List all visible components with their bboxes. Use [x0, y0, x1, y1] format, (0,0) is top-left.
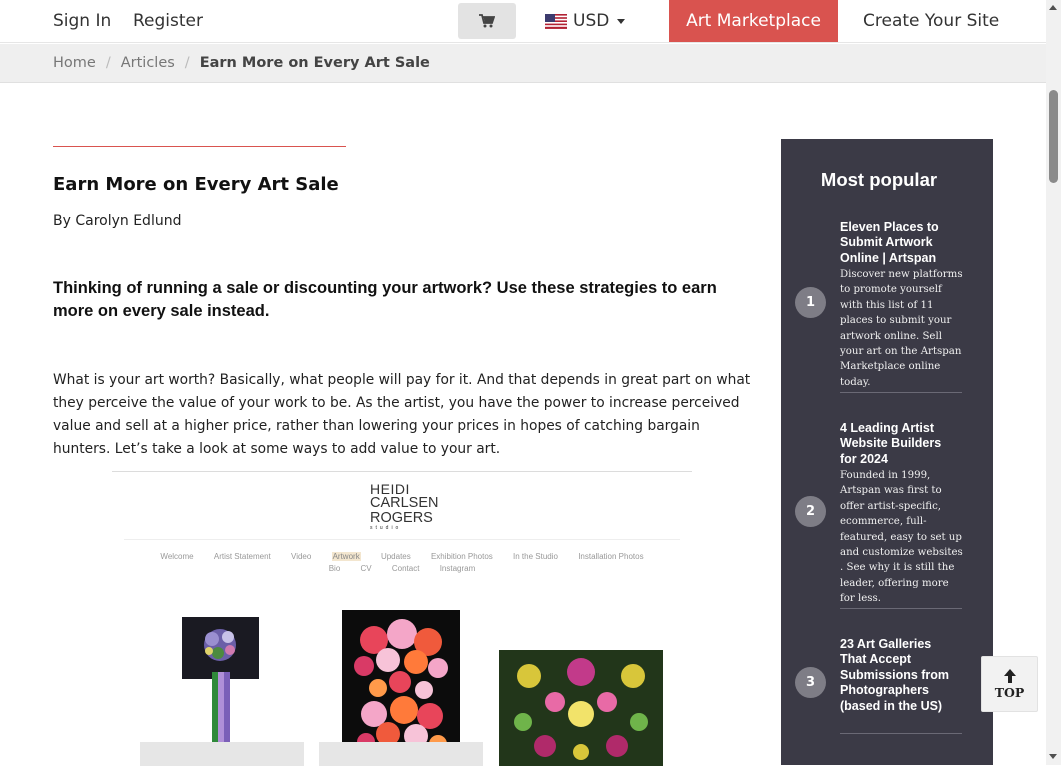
- back-to-top-button[interactable]: TOP: [981, 656, 1038, 712]
- item-divider: [840, 608, 962, 609]
- figure-nav-item: Updates: [380, 552, 411, 561]
- chevron-down-icon: [617, 18, 626, 24]
- figure-nav-item: Video: [291, 552, 312, 561]
- us-flag-icon: [545, 13, 567, 29]
- popular-item-desc: Founded in 1999, Artspan was first to of…: [840, 470, 963, 605]
- art-marketplace-button[interactable]: Art Marketplace: [669, 0, 838, 42]
- figure-nav-item: Welcome: [160, 552, 194, 561]
- figure-nav-item: Bio: [328, 564, 341, 573]
- studio-logo: HEIDI CARLSEN ROGERS studio: [370, 481, 439, 531]
- sidebar-heading: Most popular: [820, 169, 938, 190]
- sign-in-link[interactable]: Sign In: [53, 0, 111, 42]
- figure-nav-item: CV: [360, 564, 372, 573]
- logo-line: CARLSEN: [370, 495, 439, 511]
- article-title: Earn More on Every Art Sale: [53, 174, 339, 195]
- popular-item-title[interactable]: 23 Art Galleries That Accept Submissions…: [840, 637, 958, 714]
- figure-nav-item: Contact: [391, 564, 420, 573]
- article-author: By Carolyn Edlund: [53, 213, 182, 229]
- article-lede: Thinking of running a sale or discountin…: [53, 279, 717, 320]
- popular-item-desc: Discover new platforms to promote yourse…: [840, 269, 963, 388]
- top-label: TOP: [994, 684, 1025, 700]
- figure-nav-item: Artist Statement: [213, 552, 271, 561]
- article-paragraph: What is your art worth? Basically, what …: [53, 372, 751, 457]
- top-navbar: Sign In Register USD Art Marketplace Cre…: [0, 0, 1046, 43]
- register-link[interactable]: Register: [133, 0, 203, 42]
- logo-line: ROGERS: [370, 509, 433, 526]
- rank-badge: 3: [795, 667, 826, 698]
- artwork-thumbnail-1: [182, 617, 259, 679]
- logo-line: studio: [370, 525, 402, 531]
- caption-box: [319, 742, 483, 766]
- title-divider: [53, 146, 346, 147]
- item-divider: [840, 392, 962, 393]
- rank-badge: 2: [795, 496, 826, 527]
- logo-line: HEIDI: [370, 481, 410, 497]
- breadcrumb-home[interactable]: Home: [53, 55, 96, 71]
- scroll-down-arrow-icon[interactable]: [1049, 754, 1057, 759]
- breadcrumb-articles[interactable]: Articles: [121, 55, 175, 71]
- create-your-site-link[interactable]: Create Your Site: [863, 0, 999, 42]
- breadcrumb-separator: /: [105, 55, 111, 71]
- breadcrumb-separator: /: [184, 55, 190, 71]
- currency-dropdown[interactable]: USD: [545, 0, 626, 42]
- figure-site-nav: Welcome Artist Statement Video Artwork U…: [122, 551, 682, 575]
- caption-box: [140, 742, 304, 766]
- figure-nav-item: Exhibition Photos: [430, 552, 493, 561]
- breadcrumb-current: Earn More on Every Art Sale: [199, 55, 430, 71]
- most-popular-sidebar: Most popular 1 Eleven Places to Submit A…: [781, 139, 993, 765]
- artwork-thumbnail-3: [499, 650, 663, 766]
- figure-nav-item: Instagram: [439, 564, 476, 573]
- currency-label: USD: [573, 11, 610, 31]
- figure-nav-item: In the Studio: [513, 552, 558, 561]
- breadcrumb-bar: Home / Articles / Earn More on Every Art…: [0, 44, 1046, 83]
- figure-divider: [124, 539, 680, 540]
- figure-nav-item-active: Artwork: [331, 552, 361, 561]
- article-image: HEIDI CARLSEN ROGERS studio Welcome Arti…: [112, 471, 692, 766]
- popular-item-title[interactable]: 4 Leading Artist Website Builders for 20…: [840, 421, 958, 467]
- scroll-thumb[interactable]: [1049, 90, 1058, 183]
- page-scrollbar[interactable]: [1046, 0, 1061, 765]
- cart-button[interactable]: [458, 3, 516, 39]
- popular-item-title[interactable]: Eleven Places to Submit Artwork Online |…: [840, 220, 958, 266]
- rank-badge: 1: [795, 287, 826, 318]
- shopping-cart-icon: [479, 14, 495, 28]
- scroll-up-arrow-icon[interactable]: [1049, 5, 1057, 10]
- item-divider: [840, 733, 962, 734]
- figure-nav-item: Installation Photos: [578, 552, 644, 561]
- arrow-up-icon: [1003, 668, 1016, 683]
- breadcrumb: Home / Articles / Earn More on Every Art…: [53, 44, 430, 82]
